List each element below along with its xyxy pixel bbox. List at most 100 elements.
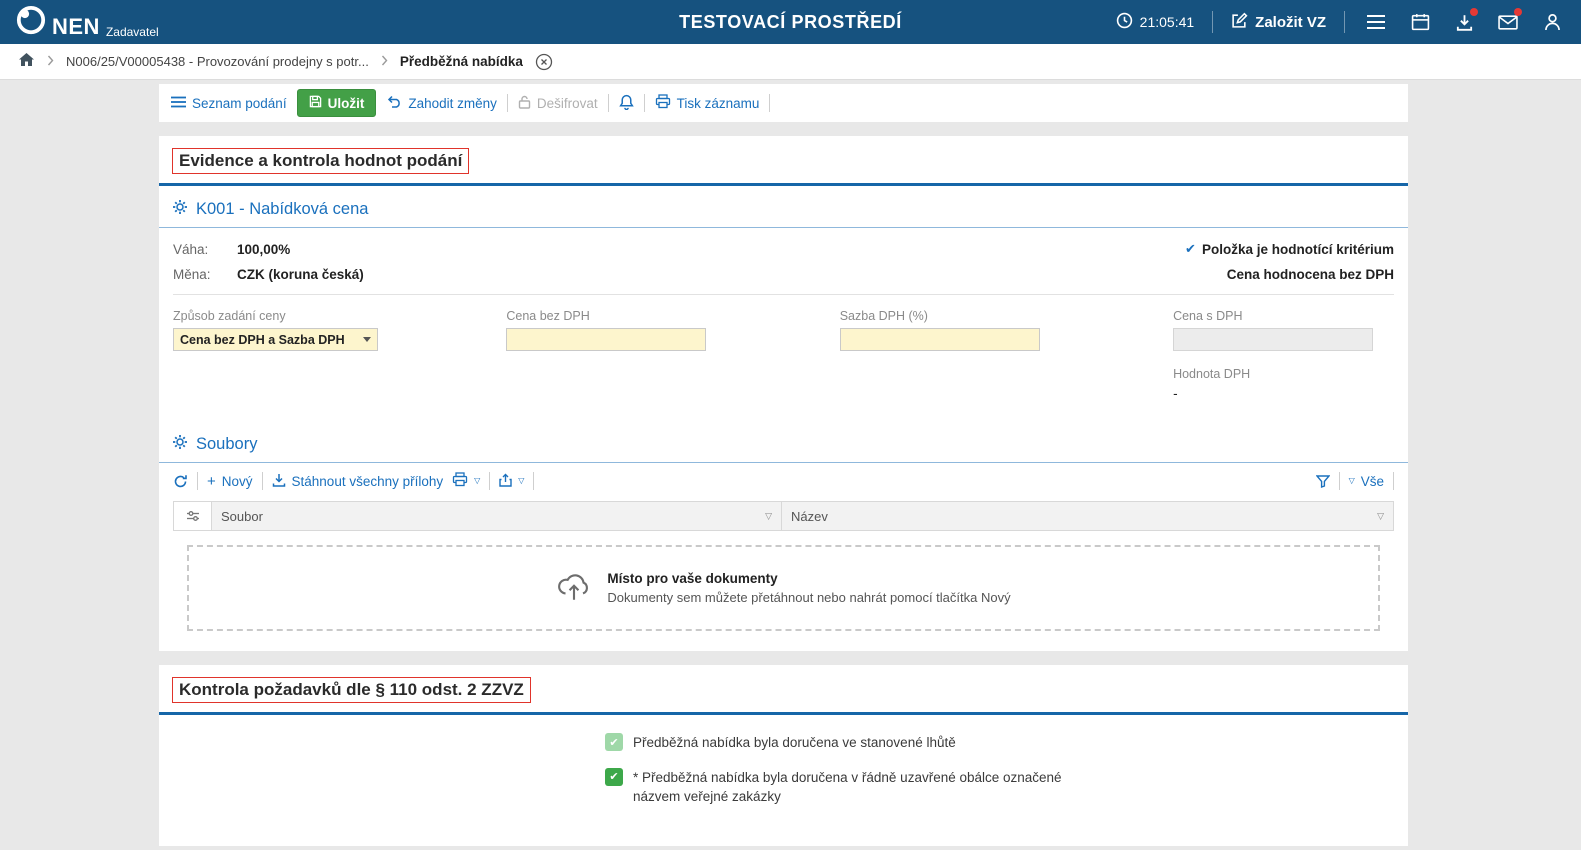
filter-triangle-icon[interactable]: ▽ [1377, 512, 1384, 521]
record-toolbar: Seznam podání Uložit Zahodit změny Dešif… [159, 84, 1408, 122]
price-mode-select[interactable]: Cena bez DPH a Sazba DPH [173, 328, 378, 351]
column-settings-button[interactable] [174, 502, 212, 530]
zalozit-vz-button[interactable]: Založit VZ [1231, 12, 1326, 33]
nen-logo-icon [16, 5, 46, 40]
save-label: Uložit [328, 96, 365, 111]
separator [533, 472, 534, 490]
chevron-down-icon [363, 337, 371, 342]
separator [1344, 11, 1345, 33]
seznam-podani-button[interactable]: Seznam podání [171, 96, 287, 111]
vaha-label: Váha: [173, 242, 237, 257]
zpusob-label: Způsob zadání ceny [173, 309, 506, 323]
column-header-soubor[interactable]: Soubor ▽ [212, 502, 782, 530]
cogs-icon [172, 434, 188, 455]
separator [769, 94, 770, 112]
discard-changes-button[interactable]: Zahodit změny [386, 95, 497, 111]
checkbox-sealed-envelope[interactable]: ✔ [605, 768, 623, 786]
export-button[interactable]: ▽ [499, 473, 524, 490]
kriterium-flag-label: Položka je hodnotící kritérium [1202, 242, 1394, 257]
bell-icon [619, 94, 634, 113]
menu-icon[interactable] [1363, 9, 1389, 35]
calendar-icon[interactable] [1407, 9, 1433, 35]
user-icon[interactable] [1539, 9, 1565, 35]
save-icon [309, 95, 322, 111]
separator [1339, 472, 1340, 490]
clock-display: 21:05:41 [1116, 12, 1195, 32]
cena-bez-dph-label: Cena bez DPH [506, 309, 839, 323]
nen-logo[interactable]: NEN Zadavatel [16, 5, 159, 40]
price-form: Způsob zadání ceny Cena bez DPH a Sazba … [159, 295, 1408, 405]
new-file-label: Nový [222, 474, 253, 489]
close-tab-icon[interactable] [535, 53, 553, 71]
separator [197, 472, 198, 490]
soubory-section-header: Soubory [159, 421, 1408, 463]
check-label-delivered-on-time: Předběžná nabídka byla doručena ve stano… [633, 733, 956, 753]
download-all-label: Stáhnout všechny přílohy [292, 474, 444, 489]
separator [507, 94, 508, 112]
app-header: NEN Zadavatel TESTOVACÍ PROSTŘEDÍ 21:05:… [0, 0, 1581, 44]
column-header-nazev[interactable]: Název ▽ [782, 502, 1393, 530]
kriterium-flag: ✔ Položka je hodnotící kritérium [1185, 241, 1394, 257]
kontrola-section-title: Kontrola požadavků dle § 110 odst. 2 ZZV… [172, 677, 531, 703]
breadcrumb-contract[interactable]: N006/25/V00005438 - Provozování prodejny… [66, 54, 369, 69]
edit-icon [1231, 12, 1248, 33]
kontrola-checklist: ✔ Předběžná nabídka byla doručena ve sta… [159, 715, 1408, 846]
new-file-button[interactable]: + Nový [207, 473, 253, 490]
filter-button[interactable] [1316, 475, 1330, 488]
filter-triangle-icon[interactable]: ▽ [765, 512, 772, 521]
dropdown-triangle-icon: ▽ [1349, 477, 1355, 485]
mena-value: CZK (koruna česká) [237, 267, 364, 282]
logo-subtitle: Zadavatel [106, 24, 159, 40]
hodnota-dph-label: Hodnota DPH [1173, 367, 1394, 381]
sazba-dph-input[interactable] [840, 328, 1040, 351]
unlock-icon [518, 95, 531, 112]
sazba-dph-label: Sazba DPH (%) [840, 309, 1173, 323]
dropdown-triangle-icon: ▽ [518, 477, 524, 485]
printer-icon [452, 472, 468, 490]
filter-vse-label: Vše [1361, 474, 1384, 489]
refresh-button[interactable] [173, 474, 188, 489]
home-icon[interactable] [18, 52, 35, 72]
mena-label: Měna: [173, 267, 237, 282]
decrypt-button[interactable]: Dešifrovat [518, 95, 598, 112]
files-table-header: Soubor ▽ Název ▽ [173, 501, 1394, 531]
cena-s-dph-input [1173, 328, 1373, 351]
cena-bez-dph-input[interactable] [506, 328, 706, 351]
upload-cloud-icon [556, 570, 592, 607]
cena-s-dph-label: Cena s DPH [1173, 309, 1394, 323]
separator [644, 94, 645, 112]
download-icon [272, 473, 286, 490]
environment-title: TESTOVACÍ PROSTŘEDÍ [679, 12, 902, 33]
check-icon: ✔ [1185, 241, 1196, 257]
separator [489, 472, 490, 490]
print-record-button[interactable]: Tisk záznamu [655, 94, 760, 112]
printer-icon [655, 94, 671, 112]
file-dropzone[interactable]: Místo pro vaše dokumenty Dokumenty sem m… [187, 545, 1380, 631]
separator [1393, 472, 1394, 490]
k001-title: K001 - Nabídková cena [196, 200, 368, 219]
vaha-row: Váha: 100,00% ✔ Položka je hodnotící kri… [159, 236, 1408, 262]
check-row-sealed-envelope: ✔ * Předběžná nabídka byla doručena v řá… [605, 768, 1408, 807]
print-files-button[interactable]: ▽ [452, 472, 480, 490]
separator [262, 472, 263, 490]
list-icon [171, 96, 186, 111]
save-button[interactable]: Uložit [297, 89, 377, 117]
download-all-attachments-button[interactable]: Stáhnout všechny přílohy [272, 473, 444, 490]
files-toolbar: + Nový Stáhnout všechny přílohy ▽ [159, 463, 1408, 499]
dropdown-triangle-icon: ▽ [474, 477, 480, 485]
dropzone-subtitle: Dokumenty sem můžete přetáhnout nebo nah… [607, 590, 1010, 605]
messages-icon[interactable] [1495, 9, 1521, 35]
evidence-section-title: Evidence a kontrola hodnot podání [172, 148, 469, 174]
logo-text: NEN [52, 14, 100, 40]
column-nazev-label: Název [791, 509, 828, 524]
checkbox-delivered-on-time[interactable]: ✔ [605, 733, 623, 751]
plus-icon: + [207, 473, 216, 490]
notification-badge [1514, 8, 1522, 16]
chevron-right-icon [47, 53, 54, 71]
undo-icon [386, 95, 402, 111]
downloads-icon[interactable] [1451, 9, 1477, 35]
notifications-button[interactable] [619, 94, 634, 113]
filter-vse-button[interactable]: ▽ Vše [1349, 474, 1384, 489]
column-soubor-label: Soubor [221, 509, 263, 524]
print-record-label: Tisk záznamu [677, 96, 760, 111]
